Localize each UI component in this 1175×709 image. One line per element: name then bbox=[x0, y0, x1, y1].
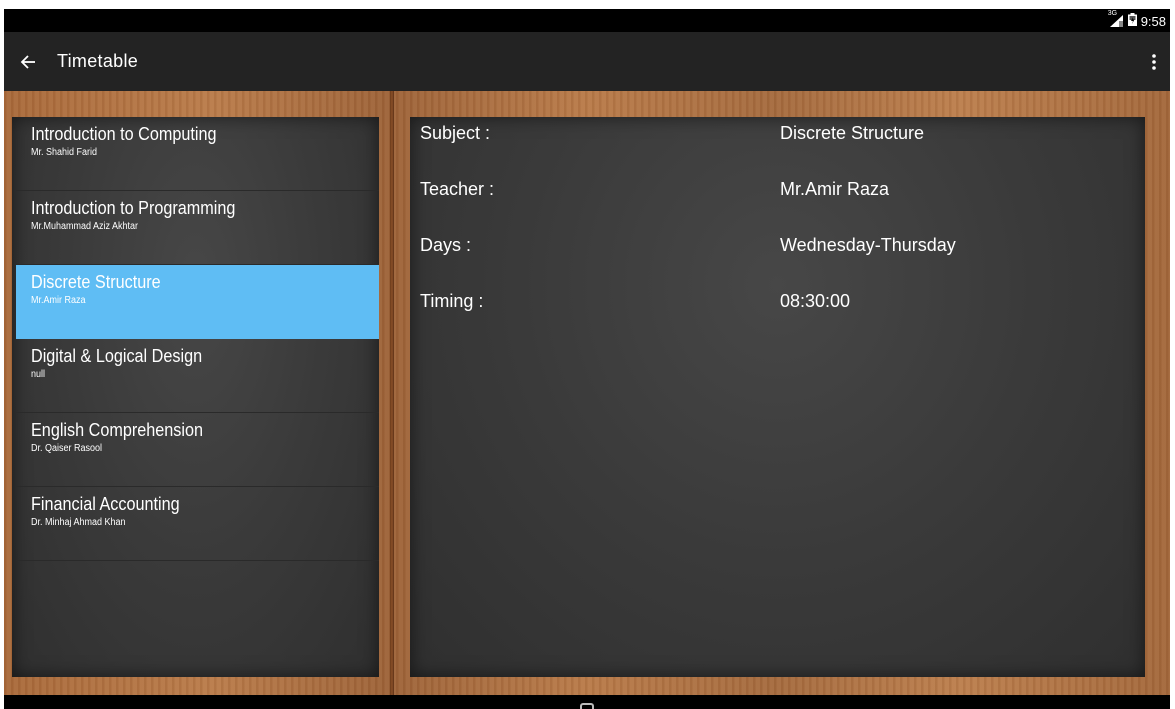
status-bar: 3G 9:58 bbox=[4, 9, 1170, 32]
subject-label: Subject : bbox=[420, 123, 491, 143]
course-teacher: Mr. Shahid Farid bbox=[31, 147, 98, 158]
home-icon[interactable] bbox=[580, 703, 594, 709]
course-detail-board: Subject : Discrete Structure Teacher : M… bbox=[410, 117, 1145, 677]
signal-icon: 3G bbox=[1108, 10, 1124, 28]
course-teacher: Mr.Muhammad Aziz Akhtar bbox=[31, 221, 139, 232]
days-value: Wednesday-Thursday bbox=[780, 235, 956, 255]
course-teacher: Dr. Qaiser Rasool bbox=[31, 443, 103, 454]
back-button[interactable] bbox=[12, 46, 44, 78]
course-list-board: Introduction to Computing Mr. Shahid Far… bbox=[12, 117, 379, 677]
course-list-item[interactable]: English Comprehension Dr. Qaiser Rasool bbox=[16, 413, 379, 487]
course-name: Discrete Structure bbox=[31, 272, 161, 292]
teacher-value: Mr.Amir Raza bbox=[780, 179, 890, 199]
course-list-item-selected[interactable]: Discrete Structure Mr.Amir Raza bbox=[16, 265, 379, 339]
frame-divider bbox=[390, 91, 394, 695]
page-title: Timetable bbox=[57, 51, 139, 71]
teacher-label: Teacher : bbox=[420, 179, 495, 199]
course-list-item[interactable]: Financial Accounting Dr. Minhaj Ahmad Kh… bbox=[16, 487, 379, 561]
course-name: Digital & Logical Design bbox=[31, 346, 203, 366]
course-name: Introduction to Programming bbox=[31, 198, 236, 218]
navigation-bar bbox=[4, 695, 1170, 709]
course-name: Introduction to Computing bbox=[31, 124, 217, 144]
more-vert-icon bbox=[1152, 54, 1156, 70]
battery-icon bbox=[1127, 13, 1137, 29]
timing-value: 08:30:00 bbox=[780, 291, 851, 311]
device-screen: 3G 9:58 Timetable Introduction to Comput… bbox=[4, 9, 1170, 709]
days-label: Days : bbox=[420, 235, 472, 255]
clock: 9:58 bbox=[1140, 13, 1166, 29]
overflow-menu-button[interactable] bbox=[1142, 46, 1166, 78]
subject-value: Discrete Structure bbox=[780, 123, 925, 143]
course-list-item[interactable]: Introduction to Computing Mr. Shahid Far… bbox=[16, 117, 379, 191]
course-teacher: null bbox=[31, 369, 46, 380]
wooden-frame: Introduction to Computing Mr. Shahid Far… bbox=[4, 91, 1170, 695]
timing-label: Timing : bbox=[420, 291, 484, 311]
course-list-item[interactable]: Introduction to Programming Mr.Muhammad … bbox=[16, 191, 379, 265]
action-bar: Timetable bbox=[4, 32, 1170, 91]
status-indicators: 3G 9:58 bbox=[1108, 10, 1166, 30]
course-name: English Comprehension bbox=[31, 420, 203, 440]
course-teacher: Dr. Minhaj Ahmad Khan bbox=[31, 517, 126, 528]
screen: 3G 9:58 Timetable Introduction to Comput… bbox=[0, 0, 1175, 709]
course-teacher: Mr.Amir Raza bbox=[31, 295, 86, 306]
course-list: Introduction to Computing Mr. Shahid Far… bbox=[16, 117, 379, 561]
arrow-left-icon bbox=[20, 55, 35, 69]
course-name: Financial Accounting bbox=[31, 494, 180, 514]
course-list-item[interactable]: Digital & Logical Design null bbox=[16, 339, 379, 413]
